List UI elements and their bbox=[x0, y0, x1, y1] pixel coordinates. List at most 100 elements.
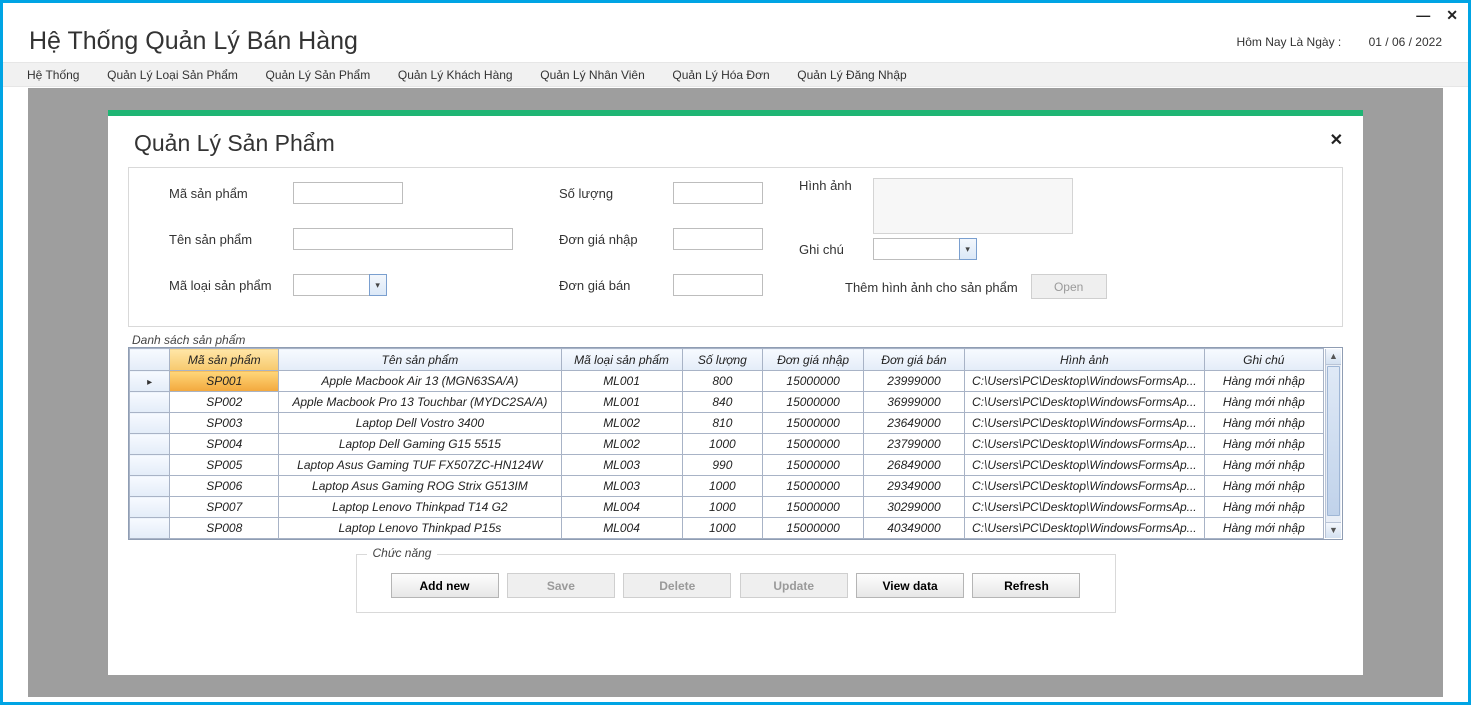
row-header[interactable] bbox=[130, 518, 170, 539]
cell-ma[interactable]: SP008 bbox=[170, 518, 279, 539]
menu-he-thong[interactable]: Hệ Thống bbox=[27, 68, 79, 82]
col-don-gia-ban[interactable]: Đơn giá bán bbox=[864, 349, 965, 371]
row-header[interactable] bbox=[130, 455, 170, 476]
minimize-icon[interactable]: — bbox=[1416, 8, 1430, 22]
cell-ten[interactable]: Laptop Dell Vostro 3400 bbox=[279, 413, 561, 434]
cell-gc[interactable]: Hàng mới nhập bbox=[1204, 497, 1323, 518]
row-header[interactable] bbox=[130, 392, 170, 413]
row-header[interactable] bbox=[130, 434, 170, 455]
scroll-up-icon[interactable]: ▲ bbox=[1326, 349, 1341, 365]
cell-sl[interactable]: 810 bbox=[682, 413, 763, 434]
corner-cell[interactable] bbox=[130, 349, 170, 371]
combo-ma-loai-input[interactable] bbox=[293, 274, 369, 296]
cell-ma[interactable]: SP003 bbox=[170, 413, 279, 434]
cell-ban[interactable]: 30299000 bbox=[864, 497, 965, 518]
cell-gc[interactable]: Hàng mới nhập bbox=[1204, 413, 1323, 434]
cell-loai[interactable]: ML004 bbox=[561, 497, 682, 518]
cell-img[interactable]: C:\Users\PC\Desktop\WindowsFormsAp... bbox=[964, 434, 1204, 455]
input-ten-sp[interactable] bbox=[293, 228, 513, 250]
close-icon[interactable]: ✕ bbox=[1446, 8, 1458, 22]
cell-sl[interactable]: 1000 bbox=[682, 476, 763, 497]
cell-gc[interactable]: Hàng mới nhập bbox=[1204, 371, 1323, 392]
cell-ma[interactable]: SP007 bbox=[170, 497, 279, 518]
row-header[interactable] bbox=[130, 413, 170, 434]
table-row[interactable]: SP002Apple Macbook Pro 13 Touchbar (MYDC… bbox=[130, 392, 1342, 413]
cell-sl[interactable]: 840 bbox=[682, 392, 763, 413]
cell-loai[interactable]: ML003 bbox=[561, 476, 682, 497]
table-row[interactable]: SP008Laptop Lenovo Thinkpad P15sML004100… bbox=[130, 518, 1342, 539]
cell-nhap[interactable]: 15000000 bbox=[763, 497, 864, 518]
col-ghi-chu[interactable]: Ghi chú bbox=[1204, 349, 1323, 371]
cell-loai[interactable]: ML001 bbox=[561, 371, 682, 392]
cell-img[interactable]: C:\Users\PC\Desktop\WindowsFormsAp... bbox=[964, 476, 1204, 497]
cell-sl[interactable]: 1000 bbox=[682, 434, 763, 455]
table-row[interactable]: SP003Laptop Dell Vostro 3400ML0028101500… bbox=[130, 413, 1342, 434]
input-so-luong[interactable] bbox=[673, 182, 763, 204]
input-don-gia-ban[interactable] bbox=[673, 274, 763, 296]
cell-sl[interactable]: 1000 bbox=[682, 497, 763, 518]
col-so-luong[interactable]: Số lượng bbox=[682, 349, 763, 371]
menu-nhan-vien[interactable]: Quản Lý Nhân Viên bbox=[540, 68, 645, 82]
cell-ten[interactable]: Laptop Asus Gaming ROG Strix G513IM bbox=[279, 476, 561, 497]
cell-ban[interactable]: 23999000 bbox=[864, 371, 965, 392]
cell-ban[interactable]: 23799000 bbox=[864, 434, 965, 455]
cell-sl[interactable]: 990 bbox=[682, 455, 763, 476]
cell-gc[interactable]: Hàng mới nhập bbox=[1204, 518, 1323, 539]
scroll-thumb[interactable] bbox=[1327, 366, 1340, 516]
cell-img[interactable]: C:\Users\PC\Desktop\WindowsFormsAp... bbox=[964, 413, 1204, 434]
cell-gc[interactable]: Hàng mới nhập bbox=[1204, 455, 1323, 476]
combo-ghi-chu-input[interactable] bbox=[873, 238, 959, 260]
cell-nhap[interactable]: 15000000 bbox=[763, 455, 864, 476]
cell-ten[interactable]: Laptop Asus Gaming TUF FX507ZC-HN124W bbox=[279, 455, 561, 476]
row-header[interactable] bbox=[130, 476, 170, 497]
col-ten-sp[interactable]: Tên sản phẩm bbox=[279, 349, 561, 371]
delete-button[interactable]: Delete bbox=[623, 573, 731, 598]
col-ma-sp[interactable]: Mã sản phẩm bbox=[170, 349, 279, 371]
open-button[interactable]: Open bbox=[1031, 274, 1107, 299]
cell-gc[interactable]: Hàng mới nhập bbox=[1204, 392, 1323, 413]
cell-ten[interactable]: Apple Macbook Air 13 (MGN63SA/A) bbox=[279, 371, 561, 392]
cell-nhap[interactable]: 15000000 bbox=[763, 413, 864, 434]
cell-img[interactable]: C:\Users\PC\Desktop\WindowsFormsAp... bbox=[964, 392, 1204, 413]
menu-hoa-don[interactable]: Quản Lý Hóa Đơn bbox=[672, 68, 769, 82]
cell-nhap[interactable]: 15000000 bbox=[763, 371, 864, 392]
vertical-scrollbar[interactable]: ▲ ▼ bbox=[1325, 349, 1341, 538]
table-row[interactable]: SP004Laptop Dell Gaming G15 5515ML002100… bbox=[130, 434, 1342, 455]
cell-img[interactable]: C:\Users\PC\Desktop\WindowsFormsAp... bbox=[964, 371, 1204, 392]
cell-nhap[interactable]: 15000000 bbox=[763, 392, 864, 413]
cell-ma[interactable]: SP001 bbox=[170, 371, 279, 392]
cell-loai[interactable]: ML002 bbox=[561, 434, 682, 455]
cell-sl[interactable]: 1000 bbox=[682, 518, 763, 539]
cell-nhap[interactable]: 15000000 bbox=[763, 476, 864, 497]
table-row[interactable]: SP005Laptop Asus Gaming TUF FX507ZC-HN12… bbox=[130, 455, 1342, 476]
col-ma-loai[interactable]: Mã loại sản phẩm bbox=[561, 349, 682, 371]
cell-ma[interactable]: SP002 bbox=[170, 392, 279, 413]
product-grid[interactable]: Mã sản phẩm Tên sản phẩm Mã loại sản phẩ… bbox=[128, 347, 1343, 540]
cell-sl[interactable]: 800 bbox=[682, 371, 763, 392]
row-header[interactable] bbox=[130, 497, 170, 518]
cell-ten[interactable]: Apple Macbook Pro 13 Touchbar (MYDC2SA/A… bbox=[279, 392, 561, 413]
cell-img[interactable]: C:\Users\PC\Desktop\WindowsFormsAp... bbox=[964, 455, 1204, 476]
panel-close-icon[interactable]: ✕ bbox=[1330, 130, 1343, 150]
cell-img[interactable]: C:\Users\PC\Desktop\WindowsFormsAp... bbox=[964, 497, 1204, 518]
cell-gc[interactable]: Hàng mới nhập bbox=[1204, 434, 1323, 455]
table-row[interactable]: ▸SP001Apple Macbook Air 13 (MGN63SA/A)ML… bbox=[130, 371, 1342, 392]
col-don-gia-nhap[interactable]: Đơn giá nhập bbox=[763, 349, 864, 371]
view-button[interactable]: View data bbox=[856, 573, 964, 598]
cell-gc[interactable]: Hàng mới nhập bbox=[1204, 476, 1323, 497]
cell-ban[interactable]: 36999000 bbox=[864, 392, 965, 413]
menu-dang-nhap[interactable]: Quản Lý Đăng Nhập bbox=[797, 68, 906, 82]
cell-img[interactable]: C:\Users\PC\Desktop\WindowsFormsAp... bbox=[964, 518, 1204, 539]
cell-ma[interactable]: SP005 bbox=[170, 455, 279, 476]
cell-loai[interactable]: ML004 bbox=[561, 518, 682, 539]
cell-ma[interactable]: SP004 bbox=[170, 434, 279, 455]
cell-loai[interactable]: ML003 bbox=[561, 455, 682, 476]
cell-ma[interactable]: SP006 bbox=[170, 476, 279, 497]
chevron-down-icon[interactable]: ▾ bbox=[959, 238, 977, 260]
refresh-button[interactable]: Refresh bbox=[972, 573, 1080, 598]
table-row[interactable]: SP007Laptop Lenovo Thinkpad T14 G2ML0041… bbox=[130, 497, 1342, 518]
cell-loai[interactable]: ML002 bbox=[561, 413, 682, 434]
col-hinh-anh[interactable]: Hình ảnh bbox=[964, 349, 1204, 371]
cell-ten[interactable]: Laptop Dell Gaming G15 5515 bbox=[279, 434, 561, 455]
update-button[interactable]: Update bbox=[740, 573, 848, 598]
